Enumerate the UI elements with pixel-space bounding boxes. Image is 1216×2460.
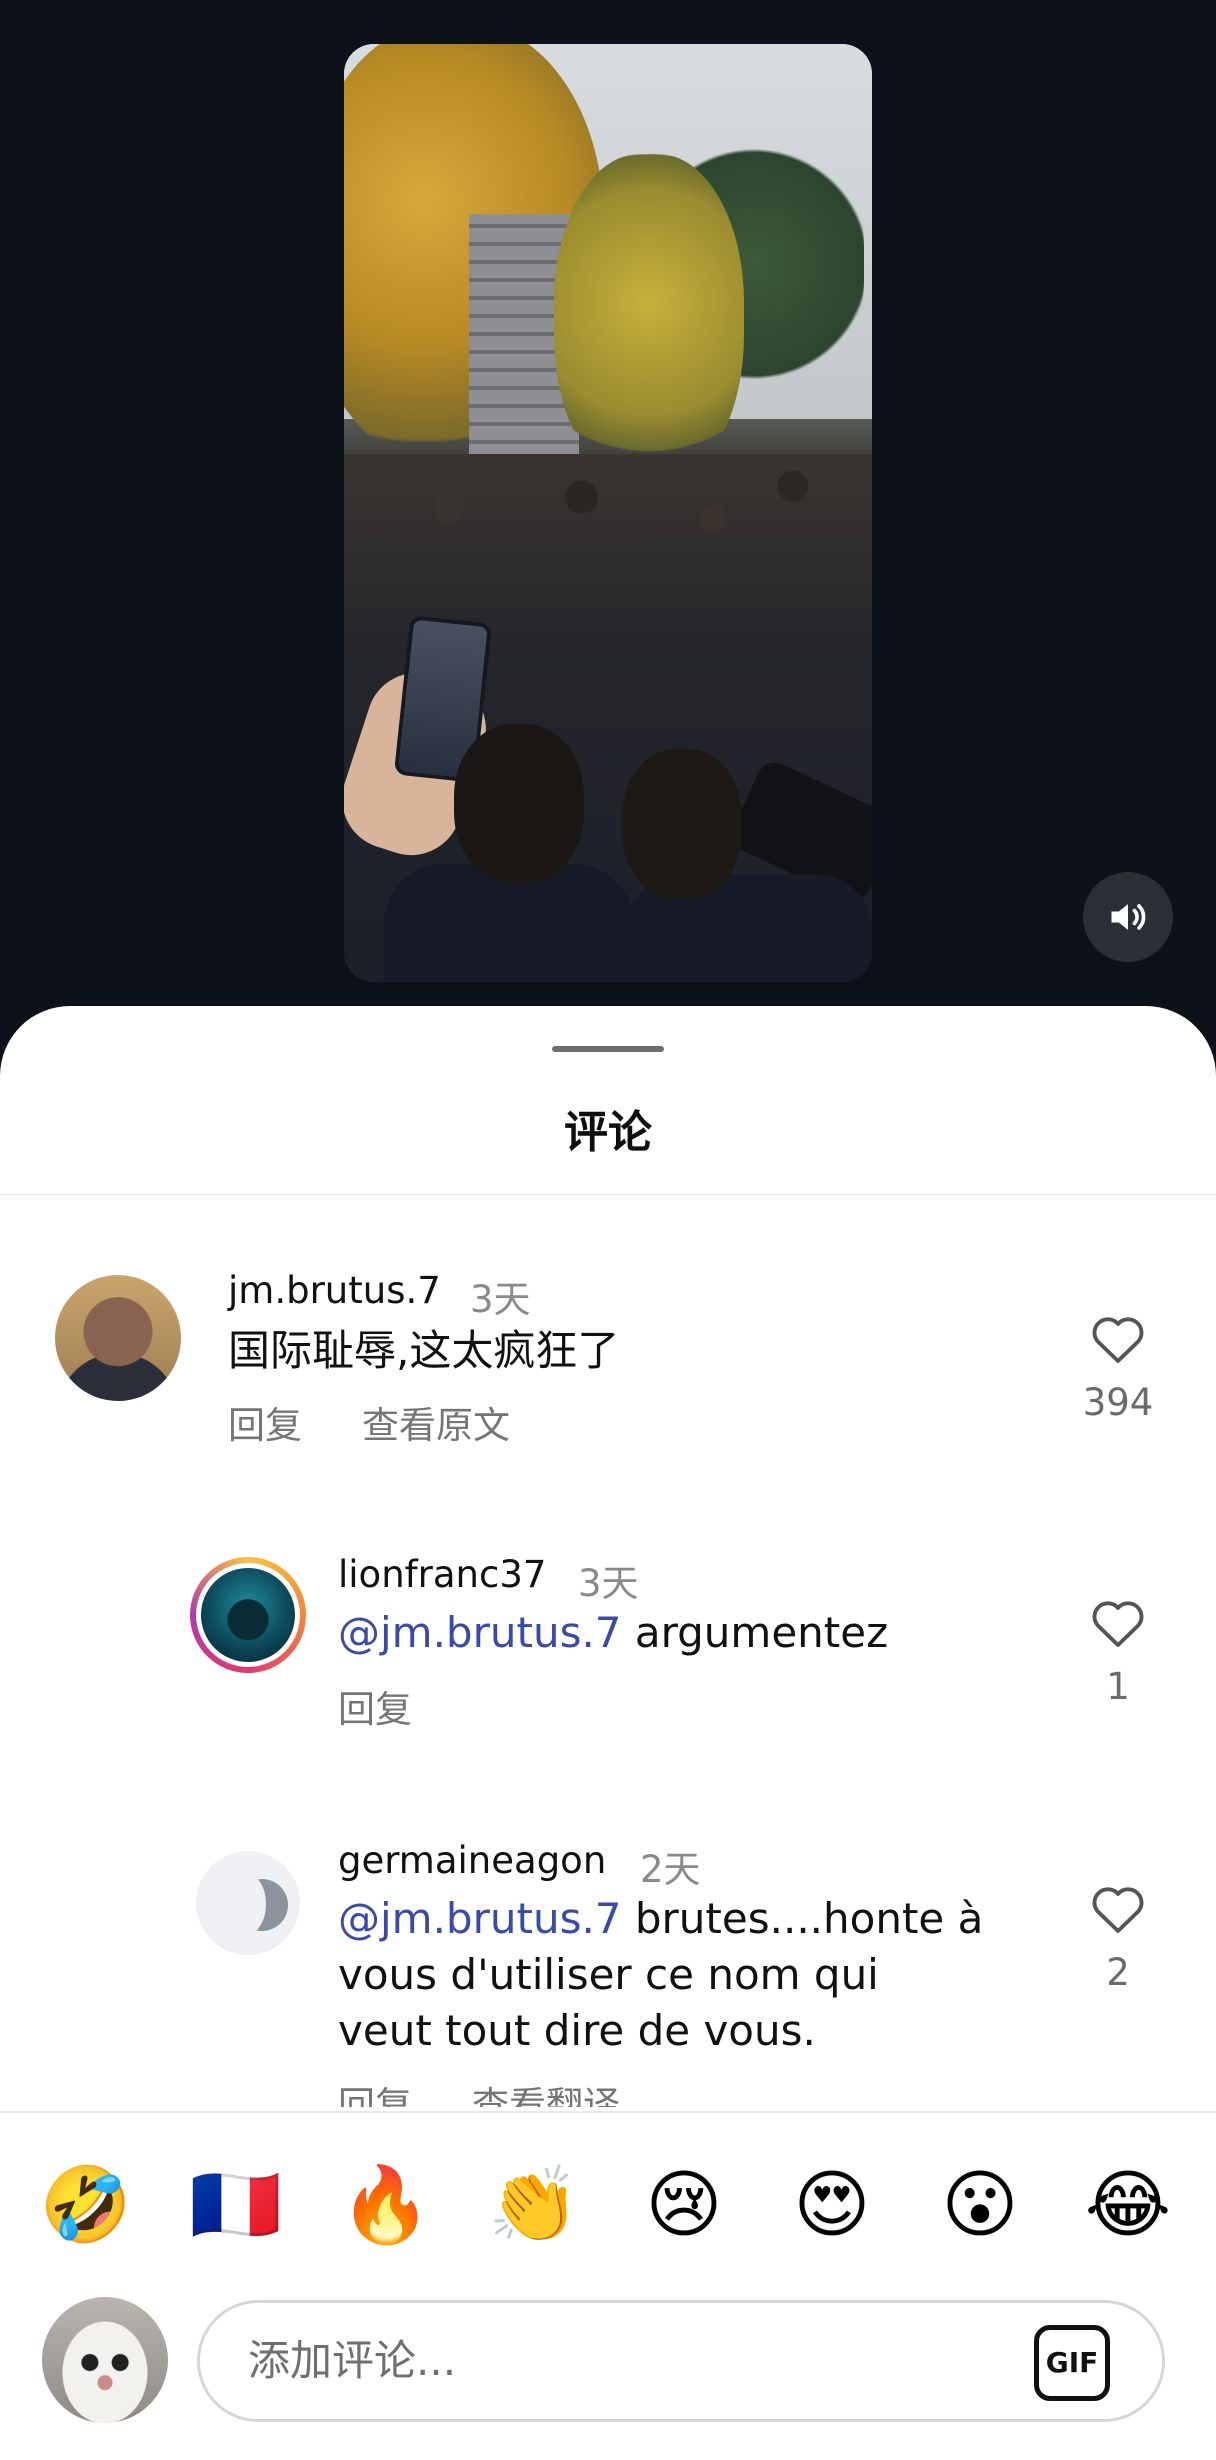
like-button[interactable]: 394: [1078, 1311, 1158, 1424]
emoji-joy[interactable]: 😂: [1078, 2155, 1178, 2255]
comment-text: @jm.brutus.7 argumentez: [338, 1608, 889, 1657]
like-button[interactable]: 2: [1078, 1881, 1158, 1994]
comment-actions: 回复 查看原文: [228, 1395, 570, 1449]
comment-input[interactable]: 添加评论... GIF: [197, 2300, 1165, 2422]
mention-link[interactable]: @jm.brutus.7: [338, 1894, 622, 1943]
avatar[interactable]: [190, 1557, 306, 1673]
sheet-grabber[interactable]: [552, 1046, 664, 1052]
video-player[interactable]: [344, 44, 872, 982]
volume-icon: [1111, 904, 1146, 930]
video-frame-head: [622, 749, 742, 899]
video-frame-head: [454, 724, 584, 884]
reply-button[interactable]: 回复: [228, 1404, 302, 1447]
gif-button[interactable]: GIF: [1034, 2325, 1110, 2401]
emoji-rofl[interactable]: 🤣: [36, 2155, 136, 2255]
reply-button[interactable]: 回复: [338, 2084, 412, 2107]
comment-input-placeholder: 添加评论...: [248, 2336, 457, 2385]
emoji-france-flag[interactable]: 🇫🇷: [186, 2155, 286, 2255]
comment-text: @jm.brutus.7 brutes....honte à vous d'ut…: [338, 1894, 984, 2055]
heart-icon: [1092, 1887, 1144, 1933]
avatar[interactable]: [55, 1275, 181, 1401]
reply-button[interactable]: 回复: [338, 1688, 412, 1731]
video-frame-tree: [554, 154, 744, 484]
comment-list[interactable]: jm.brutus.7 3天 国际耻辱,这太疯狂了 回复 查看原文 394 lio…: [0, 1195, 1216, 2107]
comment-time: 3天: [578, 1562, 639, 1605]
emoji-fire[interactable]: 🔥: [336, 2155, 436, 2255]
comment-actions: 回复: [338, 1679, 472, 1733]
avatar[interactable]: [196, 1851, 300, 1955]
comment-username[interactable]: lionfranc37: [338, 1553, 546, 1596]
comment-actions: 回复 查看翻译: [338, 2075, 680, 2107]
emoji-heart-eyes[interactable]: 😍: [782, 2155, 882, 2255]
sheet-title: 评论: [564, 1107, 652, 1158]
avatar-image: [201, 1568, 295, 1662]
divider: [0, 2111, 1216, 2113]
comment-time: 2天: [640, 1848, 701, 1891]
like-count: 1: [1106, 1665, 1130, 1708]
view-translation-button[interactable]: 查看翻译: [472, 2084, 620, 2107]
comment-username[interactable]: jm.brutus.7: [228, 1269, 441, 1312]
comment-username[interactable]: germaineagon: [338, 1839, 606, 1882]
comment-text: 国际耻辱,这太疯狂了: [228, 1326, 620, 1375]
like-button[interactable]: 1: [1078, 1595, 1158, 1708]
volume-button[interactable]: [1083, 872, 1173, 962]
my-avatar: [42, 2297, 168, 2423]
emoji-reaction-row: 🤣 🇫🇷 🔥 👏 😢 😍 😮 😂: [0, 2155, 1216, 2255]
avatar-shape: [226, 1873, 266, 1935]
emoji-clap[interactable]: 👏: [484, 2155, 584, 2255]
comment-time: 3天: [470, 1278, 531, 1321]
mention-link[interactable]: @jm.brutus.7: [338, 1608, 622, 1657]
like-count: 2: [1106, 1951, 1130, 1994]
view-original-button[interactable]: 查看原文: [362, 1404, 510, 1447]
emoji-crying[interactable]: 😢: [634, 2155, 734, 2255]
like-count: 394: [1082, 1381, 1154, 1424]
emoji-surprised[interactable]: 😮: [930, 2155, 1030, 2255]
heart-icon: [1092, 1317, 1144, 1363]
heart-icon: [1092, 1601, 1144, 1647]
